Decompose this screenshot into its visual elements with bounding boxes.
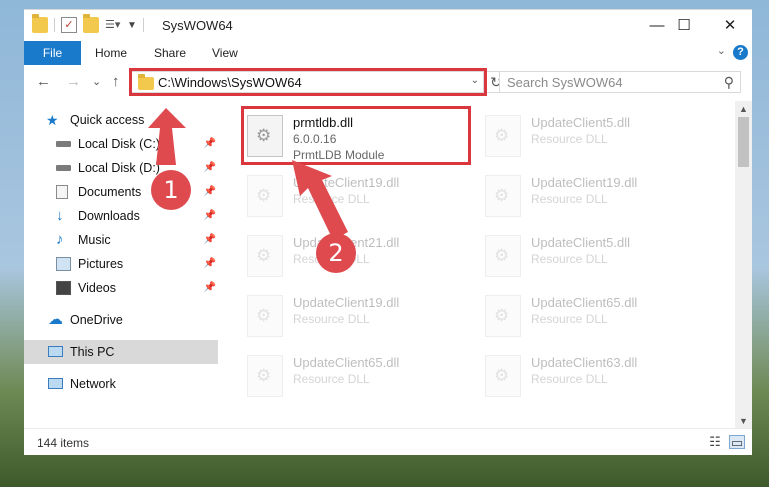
file-highlight-box (241, 106, 471, 165)
dll-file-icon (247, 235, 283, 277)
dll-file-icon (485, 235, 521, 277)
help-icon[interactable]: ? (733, 45, 748, 60)
new-folder-icon[interactable] (83, 14, 99, 33)
dll-file-icon (485, 355, 521, 397)
sidebar-item-videos[interactable]: Videos 📌 (24, 276, 218, 300)
scroll-up-icon[interactable]: ▲ (739, 104, 748, 114)
search-input[interactable]: Search SysWOW64 ⚲ (499, 71, 741, 93)
up-button[interactable]: ↑ (112, 73, 120, 90)
file-item[interactable]: UpdateClient5.dll Resource DLL (479, 227, 699, 283)
search-icon[interactable]: ⚲ (724, 74, 734, 91)
title-bar: ✓ ☰▾ ▼ SysWOW64 — ☐ ✕ (24, 9, 752, 41)
network-icon (48, 378, 63, 389)
folder-icon (32, 14, 48, 33)
file-item[interactable]: UpdateClient19.dll Resource DLL (479, 167, 699, 223)
sidebar-item-pictures[interactable]: Pictures 📌 (24, 252, 218, 276)
sidebar-item-onedrive[interactable]: ☁ OneDrive (24, 308, 218, 332)
file-item[interactable]: UpdateClient63.dll Resource DLL (479, 347, 699, 403)
address-highlight-box (129, 68, 487, 96)
sidebar-item-network[interactable]: Network (24, 372, 218, 396)
window-title: SysWOW64 (162, 18, 233, 33)
step-1-badge: 1 (151, 170, 191, 210)
recent-locations-button[interactable]: ⌄ (92, 75, 101, 88)
pin-icon[interactable]: 📌 (204, 276, 216, 300)
pictures-icon (56, 257, 71, 271)
computer-icon (48, 346, 63, 357)
quick-access-toolbar: ✓ ☰▾ ▼ (32, 14, 144, 33)
onedrive-icon: ☁ (48, 311, 63, 328)
documents-icon (56, 185, 68, 199)
sidebar-item-downloads[interactable]: ↓ Downloads 📌 (24, 204, 218, 228)
pin-icon[interactable]: 📌 (204, 204, 216, 228)
drive-icon (56, 165, 71, 171)
pin-icon[interactable]: 📌 (204, 132, 216, 156)
toolbar-dropdown-icon[interactable]: ▼ (127, 20, 137, 31)
pin-icon[interactable]: 📌 (204, 156, 216, 180)
file-item[interactable]: UpdateClient65.dll Resource DLL (479, 287, 699, 343)
back-button[interactable]: ← (36, 73, 51, 90)
navigation-pane: ★ Quick access Local Disk (C:) 📌 Local D… (24, 101, 218, 428)
pin-icon[interactable]: 📌 (204, 228, 216, 252)
file-item[interactable]: UpdateClient65.dll Resource DLL (241, 347, 461, 403)
videos-icon (56, 281, 71, 295)
tab-file[interactable]: File (24, 41, 81, 65)
close-button[interactable]: ✕ (707, 10, 753, 42)
sidebar-item-local-disk-c[interactable]: Local Disk (C:) 📌 (24, 132, 218, 156)
vertical-scrollbar[interactable]: ▲ ▼ (735, 101, 752, 428)
step-2-badge: 2 (316, 233, 356, 273)
sidebar-item-this-pc[interactable]: This PC (24, 340, 218, 364)
ribbon-tabs: File Home Share View ⌄ ? (24, 41, 752, 65)
file-item[interactable]: UpdateClient19.dll Resource DLL (241, 167, 461, 223)
file-item[interactable]: UpdateClient5.dll Resource DLL (479, 107, 699, 163)
sidebar-item-quick-access[interactable]: ★ Quick access (24, 108, 218, 132)
explorer-window: ✓ ☰▾ ▼ SysWOW64 — ☐ ✕ File Home Share Vi… (0, 0, 769, 487)
tab-share[interactable]: Share (154, 41, 186, 65)
dll-file-icon (247, 175, 283, 217)
dll-file-icon (485, 175, 521, 217)
maximize-button[interactable]: ☐ (661, 10, 707, 42)
pin-icon[interactable]: 📌 (204, 252, 216, 276)
details-view-icon[interactable]: ☷ (707, 435, 723, 449)
expand-ribbon-icon[interactable]: ⌄ (717, 44, 726, 57)
search-placeholder: Search SysWOW64 (507, 75, 623, 90)
tab-home[interactable]: Home (95, 41, 127, 65)
star-icon: ★ (46, 112, 59, 128)
dll-file-icon (247, 295, 283, 337)
sidebar-item-music[interactable]: ♪ Music 📌 (24, 228, 218, 252)
properties-icon[interactable]: ✓ (61, 17, 77, 33)
status-bar: 144 items ☷ ▭ (24, 428, 752, 455)
scroll-down-icon[interactable]: ▼ (739, 416, 748, 426)
file-item[interactable]: UpdateClient19.dll Resource DLL (241, 287, 461, 343)
sidebar-item-local-disk-d[interactable]: Local Disk (D:) 📌 (24, 156, 218, 180)
drive-icon (56, 141, 71, 147)
item-count: 144 items (37, 436, 90, 450)
dll-file-icon (247, 355, 283, 397)
large-icons-view-icon[interactable]: ▭ (729, 435, 745, 450)
pin-icon[interactable]: 📌 (204, 180, 216, 204)
downloads-icon: ↓ (56, 207, 64, 224)
forward-button[interactable]: → (66, 73, 81, 90)
customize-toolbar-icon[interactable]: ☰▾ (105, 17, 121, 33)
tab-view[interactable]: View (212, 41, 238, 65)
music-icon: ♪ (56, 231, 64, 248)
dll-file-icon (485, 115, 521, 157)
dll-file-icon (485, 295, 521, 337)
scroll-thumb[interactable] (738, 117, 749, 167)
